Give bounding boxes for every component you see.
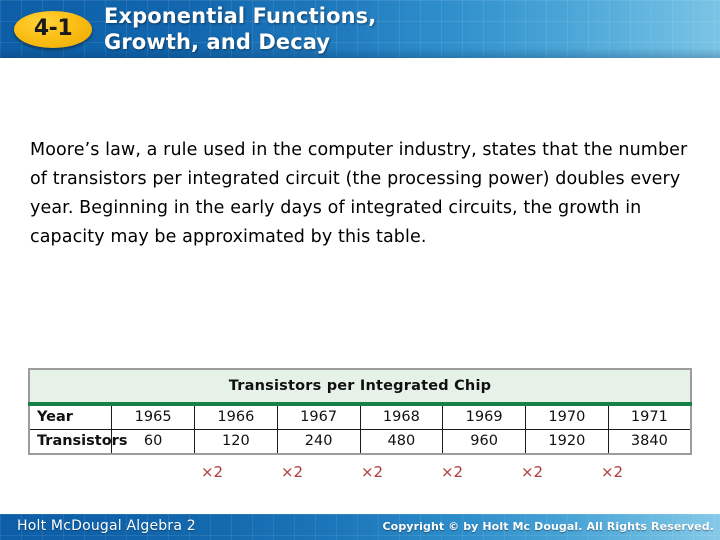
- table-cell: 1968: [359, 403, 444, 430]
- table-cell: 960: [442, 428, 526, 455]
- multiplier-label: ×2: [600, 463, 624, 481]
- table-cell: 1971: [607, 403, 692, 430]
- slide: 4-1 Exponential Functions, Growth, and D…: [0, 0, 720, 540]
- lesson-paragraph: Moore’s law, a rule used in the computer…: [30, 140, 688, 247]
- table-cell: 480: [359, 428, 444, 455]
- table-cell: 1970: [525, 403, 609, 430]
- transistor-table-container: Transistors per Integrated Chip Year 1965…: [28, 368, 692, 455]
- multiplier-label: ×2: [440, 463, 464, 481]
- lesson-number-badge: 4-1: [14, 11, 92, 48]
- multiplier-label: ×2: [280, 463, 304, 481]
- transistor-table: Transistors per Integrated Chip Year 1965…: [28, 368, 692, 455]
- table-cell: 1969: [442, 403, 526, 430]
- table-row-label: Year: [28, 403, 113, 430]
- table-caption: Transistors per Integrated Chip: [29, 369, 691, 406]
- table-body: Year 1965 1966 1967 1968 1969 1970 1971 Transist…: [28, 403, 692, 455]
- table-cell: 240: [276, 428, 361, 455]
- table-cell: 1966: [194, 403, 278, 430]
- table-row-label: Transistors: [28, 428, 127, 455]
- table-row: Year 1965 1966 1967 1968 1969 1970 1971: [28, 403, 692, 430]
- multiplier-label: ×2: [520, 463, 544, 481]
- slide-footer: Holt McDougal Algebra 2 Copyright © by H…: [0, 514, 720, 540]
- table-cell: 1965: [111, 403, 195, 430]
- slide-header: 4-1 Exponential Functions, Growth, and D…: [0, 0, 720, 58]
- page-title: Exponential Functions, Growth, and Decay: [104, 4, 377, 54]
- footer-book-title: Holt McDougal Algebra 2: [17, 518, 196, 534]
- table-caption-row: Transistors per Integrated Chip: [29, 369, 691, 406]
- multiplier-label: ×2: [360, 463, 384, 481]
- table-cell: 3840: [607, 428, 692, 455]
- table-row: Transistors 60 120 240 480 960 1920 3840: [28, 428, 692, 455]
- multiplier-label: ×2: [200, 463, 224, 481]
- table-cell: 120: [194, 428, 278, 455]
- table-cell: 1920: [525, 428, 609, 455]
- footer-copyright: Copyright © by Holt Mc Dougal. All Right…: [382, 520, 714, 533]
- table-cell: 1967: [276, 403, 361, 430]
- multiplier-annotations: ×2 ×2 ×2 ×2 ×2 ×2: [28, 463, 692, 489]
- lesson-number-label: 4-1: [33, 15, 73, 41]
